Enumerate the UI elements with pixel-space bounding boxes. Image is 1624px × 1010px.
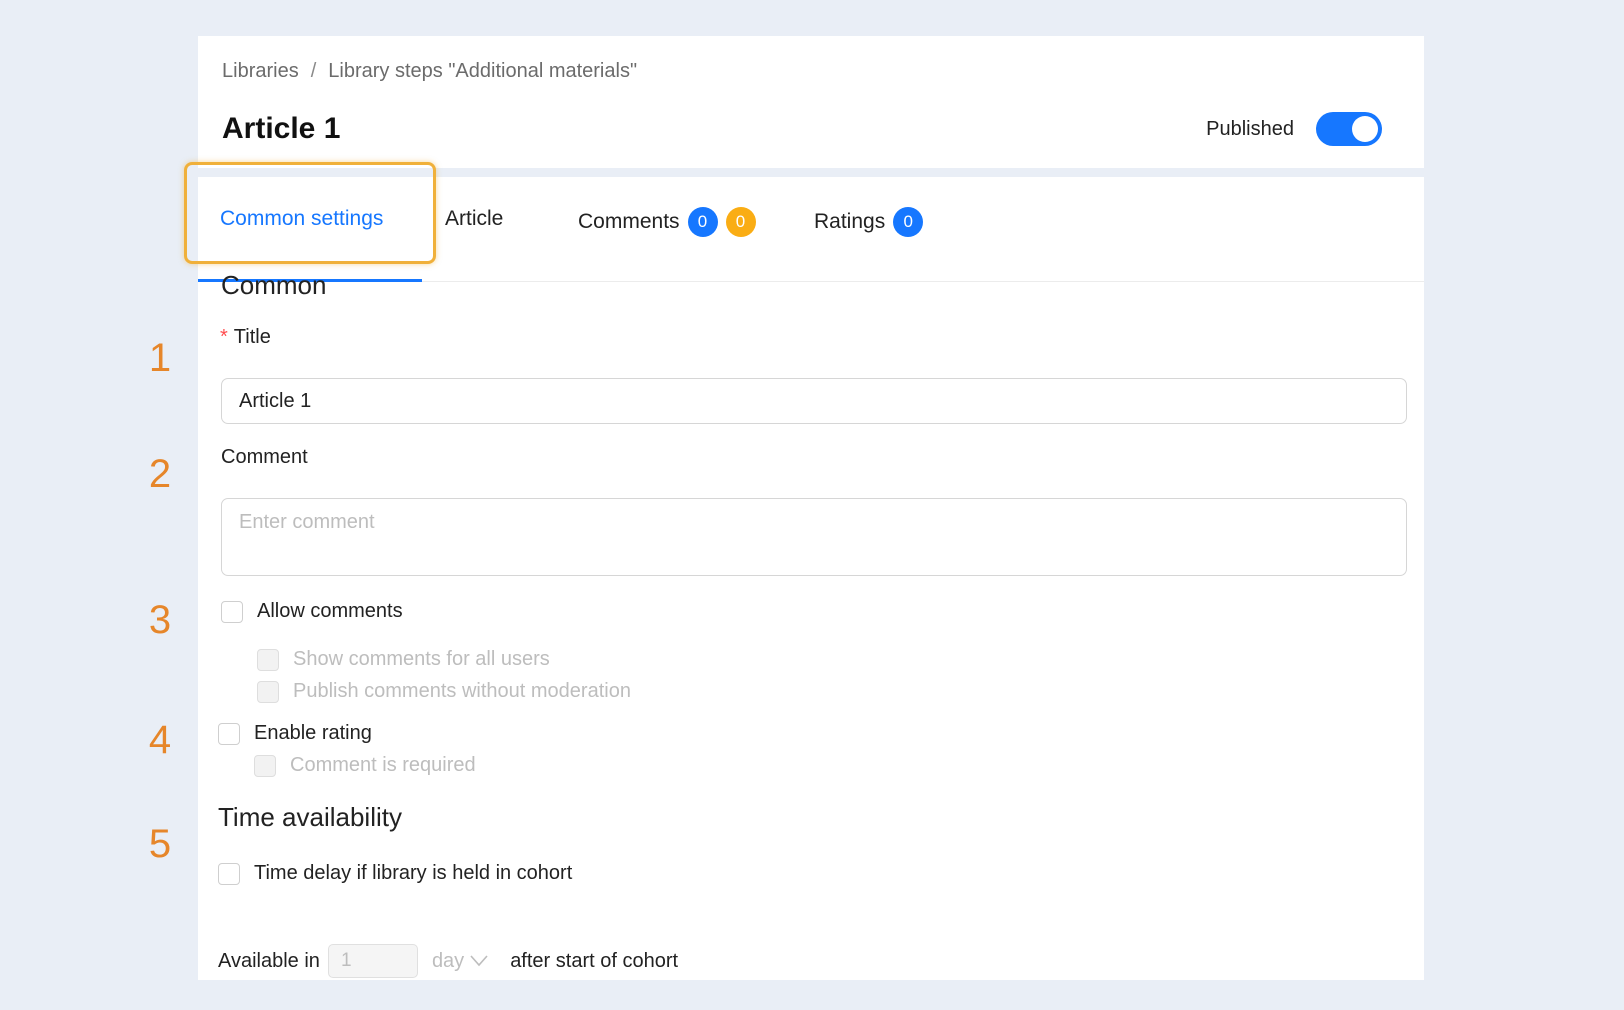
toggle-knob <box>1352 116 1378 142</box>
annotation-marker-2: 2 <box>148 452 172 496</box>
publish-without-moderation-row: Publish comments without moderation <box>257 680 631 703</box>
breadcrumb: Libraries / Library steps "Additional mate… <box>222 60 637 83</box>
publish-without-moderation-label: Publish comments without moderation <box>293 680 631 702</box>
delay-unit-select[interactable]: day <box>432 950 488 973</box>
tab-label: Article <box>445 207 504 230</box>
published-control: Published <box>1206 112 1382 146</box>
breadcrumb-link-libraries[interactable]: Libraries <box>222 60 299 82</box>
tab-label: Ratings <box>814 210 886 233</box>
delay-amount-input[interactable]: 1 <box>327 944 418 978</box>
comments-count-badge: 0 <box>687 207 718 237</box>
annotation-marker-1: 1 <box>148 336 172 380</box>
tab-ratings[interactable]: Ratings 0 <box>814 207 924 237</box>
ratings-count-badge: 0 <box>893 207 924 237</box>
annotation-marker-5: 5 <box>148 822 172 866</box>
annotation-marker-4: 4 <box>148 718 172 762</box>
allow-comments-label: Allow comments <box>257 600 403 622</box>
tab-label: Common settings <box>220 207 384 230</box>
section-title-common: Common <box>221 270 327 300</box>
show-comments-all-checkbox <box>257 648 279 671</box>
breadcrumb-separator: / <box>310 60 317 82</box>
enable-rating-checkbox[interactable] <box>218 722 240 745</box>
chevron-down-icon <box>470 955 488 967</box>
show-comments-all-row: Show comments for all users <box>257 648 550 671</box>
enable-rating-label: Enable rating <box>254 722 372 744</box>
comment-required-label: Comment is required <box>290 754 476 776</box>
comment-required-row: Comment is required <box>254 754 476 777</box>
page-title: Article 1 <box>222 112 341 145</box>
title-label-text: Title <box>233 326 271 348</box>
comment-required-checkbox <box>254 754 276 777</box>
time-delay-label: Time delay if library is held in cohort <box>254 862 573 884</box>
allow-comments-checkbox[interactable] <box>221 600 243 623</box>
time-delay-checkbox-row[interactable]: Time delay if library is held in cohort <box>218 862 572 885</box>
section-title-time-availability: Time availability <box>218 802 402 832</box>
required-marker: * <box>220 326 228 348</box>
availability-row: Available in 1 day after start of cohort <box>218 944 678 978</box>
breadcrumb-current[interactable]: Library steps "Additional materials" <box>328 60 637 82</box>
comments-pending-badge: 0 <box>725 207 756 237</box>
published-label: Published <box>1206 117 1294 140</box>
annotation-marker-3: 3 <box>148 598 172 642</box>
published-toggle[interactable] <box>1316 112 1382 146</box>
publish-without-moderation-checkbox <box>257 680 279 703</box>
comment-field-label: Comment <box>221 446 308 468</box>
tab-comments[interactable]: Comments 0 0 <box>578 207 756 237</box>
tab-article[interactable]: Article <box>445 207 503 231</box>
settings-card: Libraries / Library steps "Additional mate… <box>184 36 1424 980</box>
delay-unit-value: day <box>431 949 465 972</box>
title-field-label: * Title <box>220 326 271 349</box>
after-start-label: after start of cohort <box>510 949 679 972</box>
header-divider <box>198 168 1424 177</box>
comment-textarea[interactable] <box>221 498 1407 576</box>
tab-bar: Common settings Article Comments 0 0 Rat… <box>198 177 1424 282</box>
page-header: Libraries / Library steps "Additional mate… <box>198 36 1424 168</box>
tab-label: Comments <box>578 210 680 233</box>
time-delay-checkbox[interactable] <box>218 862 240 885</box>
available-in-label: Available in <box>218 949 320 972</box>
tab-common-settings[interactable]: Common settings <box>220 207 383 231</box>
allow-comments-checkbox-row[interactable]: Allow comments <box>221 600 403 623</box>
title-input[interactable] <box>221 378 1407 424</box>
show-comments-all-label: Show comments for all users <box>293 648 550 670</box>
enable-rating-checkbox-row[interactable]: Enable rating <box>218 722 372 745</box>
